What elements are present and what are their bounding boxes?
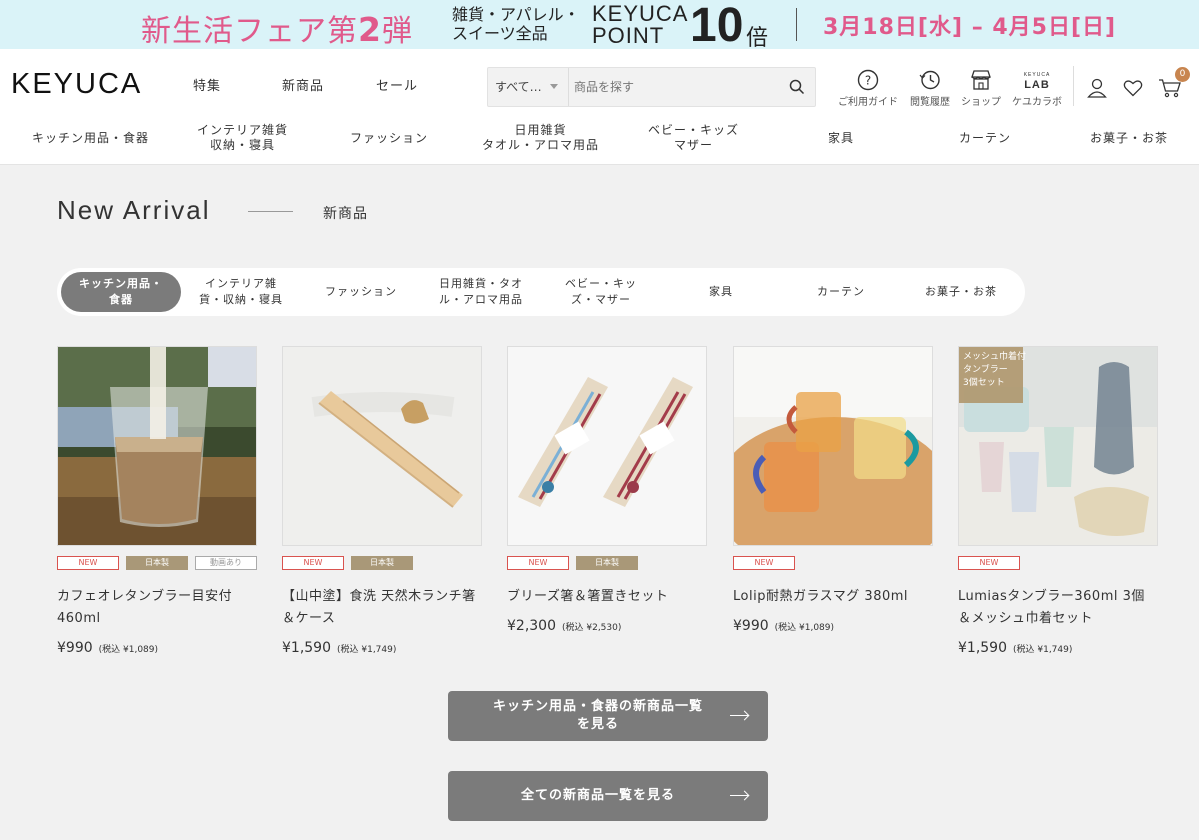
tab-furniture[interactable]: 家具 xyxy=(663,272,779,312)
keyuca-lab-icon: KEYUCA LAB xyxy=(1023,72,1051,91)
product-price: ¥990 (税込 ¥1,089) xyxy=(57,640,159,656)
category-new-items-label: キッチン用品・食器の新商品一覧を見る xyxy=(492,699,703,732)
tag-made-in-japan: 日本製 xyxy=(576,556,638,570)
shop-label: ショップ xyxy=(961,97,1001,108)
category-kitchen[interactable]: キッチン用品・食器 xyxy=(32,131,149,146)
product-price: ¥1,590 (税込 ¥1,749) xyxy=(282,640,397,656)
promo-divider xyxy=(796,8,797,41)
cart-count-badge: 0 xyxy=(1175,67,1190,82)
search-bar: すべて… xyxy=(487,67,816,107)
promo-dates: 3月18日[水] – 4月5日[日] xyxy=(823,15,1117,40)
svg-text:?: ? xyxy=(865,74,871,88)
guide-link[interactable]: ? ご利用ガイド xyxy=(838,69,898,108)
product-image[interactable] xyxy=(282,346,482,546)
product-name[interactable]: カフェオレタンブラー目安付 460ml xyxy=(57,586,257,630)
tag-has-video: 動画あり xyxy=(195,556,257,570)
product-price: ¥990 (税込 ¥1,089) xyxy=(733,618,835,634)
product-image[interactable] xyxy=(507,346,707,546)
tag-new: NEW xyxy=(57,556,119,570)
promo-banner[interactable]: 新生活フェア第2弾 雑貨・アパレル・ スイーツ全品 KEYUCA POINT 10 … xyxy=(0,0,1199,52)
nav-sale[interactable]: セール xyxy=(376,75,418,94)
promo-multiplier: 10 xyxy=(690,0,744,52)
promo-point-brand: KEYUCA POINT xyxy=(592,1,689,48)
category-baby-kids[interactable]: ベビー・キッズ マザー xyxy=(648,123,739,153)
tag-new: NEW xyxy=(958,556,1020,570)
nav-new-arrivals[interactable]: 新商品 xyxy=(282,75,324,94)
category-daily-goods[interactable]: 日用雑貨 タオル・アロマ用品 xyxy=(482,123,599,153)
promo-multiplier-unit: 倍 xyxy=(746,26,769,51)
product-image-label: メッシュ巾着付 タンブラー 3個セット xyxy=(963,352,1027,388)
tag-new: NEW xyxy=(733,556,795,570)
favorite-heart-icon[interactable] xyxy=(1123,78,1143,98)
tab-sweets-tea[interactable]: お菓子・お茶 xyxy=(903,272,1019,312)
promo-title: 新生活フェア第2弾 xyxy=(141,10,413,49)
tag-new: NEW xyxy=(507,556,569,570)
header-divider xyxy=(1073,66,1074,106)
promo-subtitle: 雑貨・アパレル・ スイーツ全品 xyxy=(452,5,580,43)
all-new-items-label: 全ての新商品一覧を見る xyxy=(520,788,675,803)
history-icon xyxy=(919,70,940,90)
site-logo[interactable]: KEYUCA xyxy=(11,68,142,101)
product-name[interactable]: Lolip耐熱ガラスマグ 380ml xyxy=(733,586,933,608)
tab-interior[interactable]: インテリア雑 貨・収納・寝具 xyxy=(183,272,299,312)
category-interior[interactable]: インテリア雑貨 収納・寝具 xyxy=(197,123,288,153)
product-name[interactable]: 【山中塗】食洗 天然木ランチ箸＆ケース xyxy=(282,586,482,630)
product-image[interactable] xyxy=(57,346,257,546)
search-input[interactable] xyxy=(574,68,774,106)
account-icon[interactable] xyxy=(1087,78,1107,98)
tag-made-in-japan: 日本製 xyxy=(126,556,188,570)
category-curtain[interactable]: カーテン xyxy=(959,131,1011,146)
category-furniture[interactable]: 家具 xyxy=(828,131,854,146)
category-nav: キッチン用品・食器 インテリア雑貨 収納・寝具 ファッション 日用雑貨 タオル・… xyxy=(0,123,1199,155)
search-icon[interactable] xyxy=(789,79,805,95)
shop-link[interactable]: ショップ xyxy=(951,69,1011,108)
product-name[interactable]: ブリーズ箸＆箸置きセット xyxy=(507,586,707,608)
section-title-divider xyxy=(248,211,293,212)
tab-kitchen[interactable]: キッチン用品・ 食器 xyxy=(61,272,181,312)
chevron-down-icon xyxy=(550,84,558,89)
section-title-en: New Arrival xyxy=(57,195,211,225)
tag-made-in-japan: 日本製 xyxy=(351,556,413,570)
shop-icon xyxy=(971,70,991,90)
category-fashion[interactable]: ファッション xyxy=(350,131,428,146)
category-tabs: キッチン用品・ 食器 インテリア雑 貨・収納・寝具 ファッション 日用雑貨・タオ… xyxy=(57,268,1025,316)
all-new-items-button[interactable]: 全ての新商品一覧を見る xyxy=(448,771,768,821)
help-icon: ? xyxy=(857,69,879,91)
category-new-items-button[interactable]: キッチン用品・食器の新商品一覧を見る xyxy=(448,691,768,741)
product-image[interactable] xyxy=(733,346,933,546)
site-header: KEYUCA 特集 新商品 セール すべて… ? ご利用ガイド 閲覧履歴 ショッ… xyxy=(0,49,1199,165)
history-label: 閲覧履歴 xyxy=(910,97,950,108)
product-image[interactable]: メッシュ巾着付 タンブラー 3個セット xyxy=(958,346,1158,546)
tab-fashion[interactable]: ファッション xyxy=(303,272,419,312)
tag-new: NEW xyxy=(282,556,344,570)
arrow-right-icon xyxy=(730,715,748,716)
category-sweets-tea[interactable]: お菓子・お茶 xyxy=(1090,131,1168,146)
guide-label: ご利用ガイド xyxy=(838,97,898,108)
nav-feature[interactable]: 特集 xyxy=(193,75,221,94)
arrow-right-icon xyxy=(730,795,748,796)
keyuca-lab-link[interactable]: KEYUCA LAB ケユカラボ xyxy=(1007,69,1067,108)
tab-curtain[interactable]: カーテン xyxy=(783,272,899,312)
tab-baby-kids[interactable]: ベビー・キッ ズ・マザー xyxy=(543,272,659,312)
product-price: ¥2,300 (税込 ¥2,530) xyxy=(507,618,622,634)
search-category-select[interactable]: すべて… xyxy=(488,68,569,106)
tab-daily-goods[interactable]: 日用雑貨・タオ ル・アロマ用品 xyxy=(423,272,539,312)
keyuca-lab-label: ケユカラボ xyxy=(1012,97,1062,108)
section-title-jp: 新商品 xyxy=(323,206,368,222)
product-price: ¥1,590 (税込 ¥1,749) xyxy=(958,640,1073,656)
product-name[interactable]: Lumiasタンブラー360ml 3個＆メッシュ巾着セット xyxy=(958,586,1158,630)
